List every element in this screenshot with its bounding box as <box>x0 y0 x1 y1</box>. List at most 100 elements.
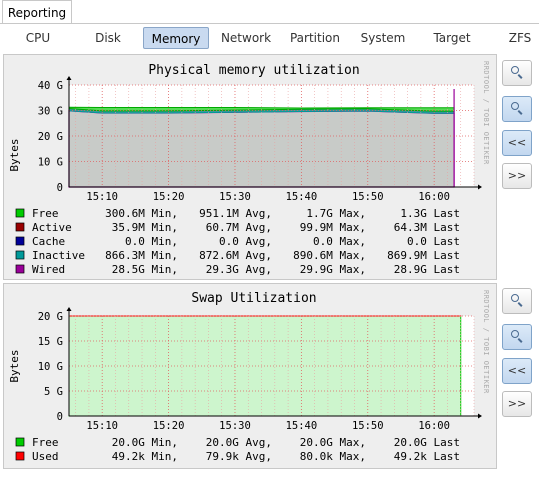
y-tick-label: 15 G <box>38 336 63 348</box>
legend-swatch <box>15 222 25 232</box>
legend-name: Used <box>32 450 59 463</box>
y-tick-label: 40 G <box>38 80 63 92</box>
zoom-out-icon <box>511 102 519 110</box>
forward-button[interactable]: >> <box>502 391 532 417</box>
legend-last: 1.3G Last <box>400 207 460 220</box>
x-tick-label: 15:30 <box>219 191 251 203</box>
subtab-system[interactable]: System <box>356 27 410 49</box>
legend-min: 300.6M Min, <box>105 207 178 220</box>
memory-legend: Free 300.6M Min, 951.1M Avg, 1.7G Max, 1.3G … <box>15 207 460 276</box>
legend-avg: 29.3G Avg, <box>206 263 272 276</box>
legend-name: Cache <box>32 235 65 248</box>
y-tick-label: 0 <box>57 182 63 194</box>
legend-swatch <box>15 437 25 447</box>
legend-avg: 79.9k Avg, <box>206 450 272 463</box>
legend-swatch <box>15 451 25 461</box>
rrdtool-credit: RRDTOOL / TOBI OETIKER <box>482 61 490 165</box>
memory-graph-panel: Physical memory utilization Bytes 0 10 G 2… <box>3 54 497 280</box>
x-tick-label: 15:30 <box>219 420 251 432</box>
legend-name: Free <box>32 207 59 220</box>
legend-swatch <box>15 236 25 246</box>
legend-max: 80.0k Max, <box>300 450 366 463</box>
x-axis-arrow <box>478 184 482 190</box>
y-tick-label: 20 G <box>38 311 63 323</box>
legend-last: 869.9M Last <box>387 249 460 262</box>
rrdtool-credit: RRDTOOL / TOBI OETIKER <box>482 290 490 394</box>
legend-avg: 951.1M Avg, <box>199 207 272 220</box>
swap-graph: Swap Utilization Bytes 0 5 G 10 G 15 G 20 G 1… <box>8 291 482 463</box>
x-tick-label: 16:00 <box>418 420 450 432</box>
y-tick-label: 10 G <box>38 157 63 169</box>
x-tick-label: 15:10 <box>86 191 118 203</box>
y-tick-label: 30 G <box>38 106 63 118</box>
legend-max: 890.6M Max, <box>293 249 366 262</box>
x-tick-label: 15:20 <box>153 191 185 203</box>
legend-swatch <box>15 264 25 274</box>
x-tick-label: 15:40 <box>286 191 318 203</box>
subtab-memory[interactable]: Memory <box>143 27 209 49</box>
y-tick-label: 20 G <box>38 131 63 143</box>
legend-avg: 60.7M Avg, <box>206 221 272 234</box>
legend-last: 20.0G Last <box>394 436 460 449</box>
legend-min: 0.0 Min, <box>125 235 178 248</box>
legend-swatch <box>15 250 25 260</box>
zoom-out-icon <box>511 330 519 338</box>
tab-reporting[interactable]: Reporting <box>2 0 72 24</box>
subtab-partition[interactable]: Partition <box>284 27 346 49</box>
legend-min: 35.9M Min, <box>112 221 178 234</box>
legend-min: 49.2k Min, <box>112 450 178 463</box>
legend-max: 29.9G Max, <box>300 263 366 276</box>
zoom-out-button[interactable] <box>502 96 532 122</box>
legend-max: 1.7G Max, <box>306 207 366 220</box>
legend-swatch <box>15 208 25 218</box>
x-tick-label: 15:10 <box>86 420 118 432</box>
subtab-cpu[interactable]: CPU <box>14 27 62 49</box>
y-tick-label: 0 <box>57 411 63 423</box>
y-axis-arrow <box>66 76 72 80</box>
y-axis-arrow <box>66 307 72 311</box>
legend-name: Free <box>32 436 59 449</box>
subtab-network[interactable]: Network <box>216 27 276 49</box>
legend-max: 99.9M Max, <box>300 221 366 234</box>
legend-min: 20.0G Min, <box>112 436 178 449</box>
legend-name: Active <box>32 221 72 234</box>
legend-name: Wired <box>32 263 65 276</box>
subtab-disk[interactable]: Disk <box>86 27 130 49</box>
x-tick-label: 15:50 <box>352 191 384 203</box>
x-tick-label: 15:20 <box>153 420 185 432</box>
x-tick-label: 15:40 <box>286 420 318 432</box>
zoom-out-button[interactable] <box>502 324 532 350</box>
x-tick-label: 16:00 <box>418 191 450 203</box>
zoom-in-button[interactable] <box>502 60 532 86</box>
zoom-in-icon <box>511 294 519 302</box>
swap-graph-panel: Swap Utilization Bytes 0 5 G 10 G 15 G 20 G 1… <box>3 283 497 469</box>
back-button[interactable]: << <box>502 358 532 384</box>
legend-name: Inactive <box>32 249 85 262</box>
legend-last: 0.0 Last <box>407 235 460 248</box>
y-tick-label: 5 G <box>44 386 63 398</box>
x-axis-arrow <box>478 413 482 419</box>
legend-last: 28.9G Last <box>394 263 460 276</box>
legend-max: 20.0G Max, <box>300 436 366 449</box>
subtab-target[interactable]: Target <box>428 27 476 49</box>
legend-min: 866.3M Min, <box>105 249 178 262</box>
memory-y-axis-label: Bytes <box>8 138 21 171</box>
legend-avg: 20.0G Avg, <box>206 436 272 449</box>
zoom-in-icon <box>511 66 519 74</box>
legend-avg: 0.0 Avg, <box>219 235 272 248</box>
swap-legend: Free 20.0G Min, 20.0G Avg, 20.0G Max, 20.0G … <box>15 436 460 463</box>
legend-avg: 872.6M Avg, <box>199 249 272 262</box>
forward-button[interactable]: >> <box>502 163 532 189</box>
back-button[interactable]: << <box>502 130 532 156</box>
swap-y-axis-label: Bytes <box>8 349 21 382</box>
legend-min: 28.5G Min, <box>112 263 178 276</box>
legend-max: 0.0 Max, <box>313 235 366 248</box>
zoom-in-button[interactable] <box>502 288 532 314</box>
legend-last: 64.3M Last <box>394 221 460 234</box>
legend-last: 49.2k Last <box>394 450 460 463</box>
tab-divider <box>0 23 539 24</box>
x-tick-label: 15:50 <box>352 420 384 432</box>
y-tick-label: 10 G <box>38 361 63 373</box>
memory-graph-title: Physical memory utilization <box>148 63 359 78</box>
subtab-zfs[interactable]: ZFS <box>502 27 538 49</box>
